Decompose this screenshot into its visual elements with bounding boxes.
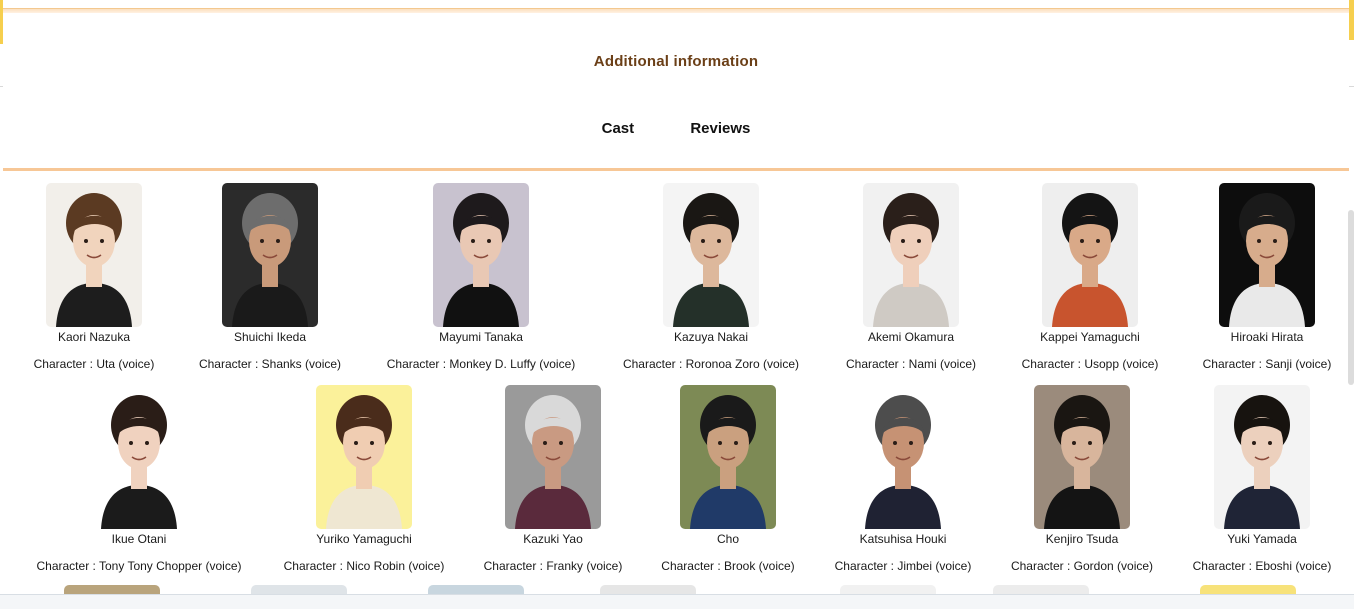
cast-card[interactable]: Mayumi Tanaka Character : Monkey D. Luffy… — [361, 183, 601, 372]
actor-photo[interactable] — [1034, 385, 1130, 529]
section-title: Additional information — [593, 53, 759, 70]
actor-photo[interactable] — [1214, 385, 1310, 529]
panel-top-border — [3, 8, 1349, 13]
actor-photo[interactable] — [91, 385, 187, 529]
actor-photo[interactable] — [46, 183, 142, 327]
actor-photo[interactable] — [316, 385, 412, 529]
tab-reviews[interactable]: Reviews — [690, 120, 750, 137]
actor-photo[interactable] — [505, 385, 601, 529]
tab-cast[interactable]: Cast — [602, 120, 635, 137]
actor-photo[interactable] — [855, 385, 951, 529]
cast-card[interactable]: Ikue Otani Character : Tony Tony Chopper … — [19, 385, 259, 574]
actor-name: Shuichi Ikeda — [233, 330, 307, 344]
character-role: Character : Eboshi (voice) — [1192, 559, 1332, 573]
actor-photo[interactable] — [433, 183, 529, 327]
cast-row-2: Ikue Otani Character : Tony Tony Chopper … — [0, 385, 1350, 585]
actor-name: Ikue Otani — [111, 532, 167, 546]
actor-photo[interactable] — [1219, 183, 1315, 327]
cast-card[interactable]: Hiroaki Hirata Character : Sanji (voice) — [1147, 183, 1354, 372]
actor-name: Yuki Yamada — [1227, 532, 1297, 546]
actor-name: Mayumi Tanaka — [439, 330, 523, 344]
character-role: Character : Monkey D. Luffy (voice) — [386, 357, 576, 371]
additional-info-panel: Additional information Cast Reviews — [3, 0, 1349, 172]
character-role: Character : Tony Tony Chopper (voice) — [36, 559, 242, 573]
tab-bar: Cast Reviews — [3, 120, 1349, 137]
actor-name: Hiroaki Hirata — [1230, 330, 1304, 344]
actor-photo[interactable] — [663, 183, 759, 327]
character-role: Character : Sanji (voice) — [1202, 357, 1332, 371]
bottom-strip — [0, 594, 1354, 609]
actor-photo[interactable] — [1042, 183, 1138, 327]
cast-card[interactable]: Shuichi Ikeda Character : Shanks (voice) — [150, 183, 390, 372]
actor-photo[interactable] — [863, 183, 959, 327]
cast-row-1: Kaori Nazuka Character : Uta (voice) Shuic… — [0, 183, 1350, 383]
actor-photo[interactable] — [222, 183, 318, 327]
character-role: Character : Shanks (voice) — [198, 357, 342, 371]
panel-bottom-border — [3, 168, 1349, 171]
actor-photo[interactable] — [680, 385, 776, 529]
page-scrollbar[interactable] — [1348, 210, 1354, 385]
cast-card[interactable]: Yuki Yamada Character : Eboshi (voice) — [1142, 385, 1354, 574]
